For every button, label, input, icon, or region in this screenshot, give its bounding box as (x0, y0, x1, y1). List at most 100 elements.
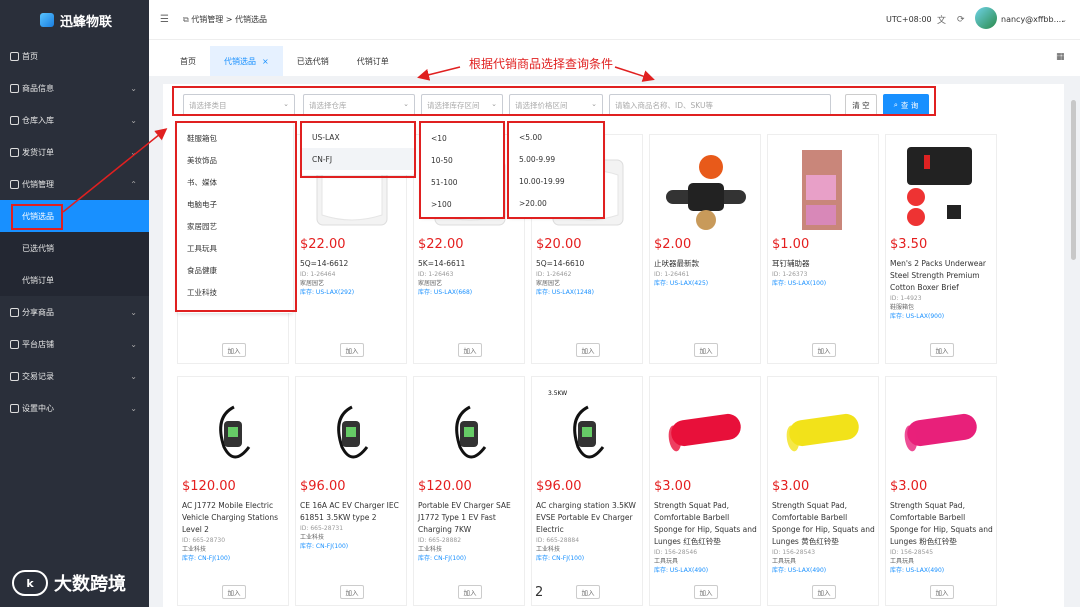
sidebar-item-consignment-select[interactable]: 代销选品 (0, 200, 149, 232)
chevron-down-icon[interactable]: ⌄ (1061, 16, 1067, 24)
product-title[interactable]: Strength Squat Pad, Comfortable Barbell … (890, 500, 995, 548)
product-title[interactable]: 5K=14-6611 (418, 258, 523, 270)
product-card[interactable]: 3.5KW $96.00 AC charging station 3.5KW EVS… (531, 376, 643, 606)
dropdown-option[interactable]: >20.00 (509, 192, 603, 214)
product-image[interactable] (902, 387, 982, 477)
product-image[interactable] (902, 145, 982, 235)
product-title[interactable]: Strength Squat Pad, Comfortable Barbell … (772, 500, 877, 548)
dropdown-option[interactable]: 工业科技 (177, 281, 293, 303)
add-button[interactable]: 加入 (340, 585, 364, 599)
product-image[interactable]: 3.5KW (548, 387, 628, 477)
sidebar-item-shipping[interactable]: 发货订单 ⌄ (0, 136, 149, 168)
product-card[interactable]: $3.50 Men's 2 Packs Underwear Steel Stren… (885, 134, 997, 364)
dropdown-option[interactable]: 书、媒体 (177, 171, 293, 193)
dropdown-option[interactable]: 食品健康 (177, 259, 293, 281)
product-title[interactable]: Men's 2 Packs Underwear Steel Strength P… (890, 258, 995, 294)
tab-consignment-orders[interactable]: 代销订单 (343, 46, 403, 76)
timezone[interactable]: UTC+08:00 (886, 15, 932, 24)
dropdown-option[interactable]: 10.00-19.99 (509, 170, 603, 192)
menu-fold-icon[interactable]: ☰ (160, 14, 169, 25)
add-button[interactable]: 加入 (930, 585, 954, 599)
refresh-icon[interactable]: ⟳ (957, 15, 965, 25)
scrollbar[interactable] (1071, 100, 1076, 260)
product-card[interactable]: $3.00 Strength Squat Pad, Comfortable Bar… (767, 376, 879, 606)
product-title[interactable]: AC J1772 Mobile Electric Vehicle Chargin… (182, 500, 287, 536)
product-card[interactable]: $120.00 AC J1772 Mobile Electric Vehicle … (177, 376, 289, 606)
sidebar-item-home[interactable]: 首页 (0, 40, 149, 72)
dropdown-option[interactable]: <10 (421, 127, 503, 149)
sidebar-item-warehouse[interactable]: 仓库入库 ⌄ (0, 104, 149, 136)
product-image[interactable] (312, 387, 392, 477)
dropdown-option[interactable]: 鞋服箱包 (177, 127, 293, 149)
product-card[interactable]: $1.00 耳钉辅助器 ID: 1-26373 库存: US-LAX(100) 加入 (767, 134, 879, 364)
grid-icon[interactable]: ▦ (1056, 52, 1065, 62)
dropdown-option[interactable]: 家居园艺 (177, 215, 293, 237)
add-button[interactable]: 加入 (694, 585, 718, 599)
product-card[interactable]: $3.00 Strength Squat Pad, Comfortable Bar… (885, 376, 997, 606)
dropdown-option[interactable]: 10-50 (421, 149, 503, 171)
product-image[interactable] (666, 145, 746, 235)
translate-icon[interactable]: 文 (937, 13, 946, 26)
stock-range-select[interactable]: 请选择库存区间 ⌄ (421, 94, 503, 116)
add-button[interactable]: 加入 (576, 343, 600, 357)
sidebar-item-products[interactable]: 商品信息 ⌄ (0, 72, 149, 104)
product-card[interactable]: $120.00 Portable EV Charger SAE J1772 Typ… (413, 376, 525, 606)
product-title[interactable]: 耳钉辅助器 (772, 258, 877, 270)
app-logo[interactable]: 迅蜂物联 (0, 0, 149, 40)
sidebar-item-settings[interactable]: 设置中心 ⌄ (0, 392, 149, 424)
add-button[interactable]: 加入 (930, 343, 954, 357)
tab-home[interactable]: 首页 (166, 46, 210, 76)
add-button[interactable]: 加入 (812, 585, 836, 599)
close-icon[interactable]: × (262, 57, 269, 66)
product-image[interactable] (430, 387, 510, 477)
avatar[interactable] (975, 7, 997, 29)
warehouse-select[interactable]: 请选择仓库 ⌄ (303, 94, 415, 116)
product-card[interactable]: $3.00 Strength Squat Pad, Comfortable Bar… (649, 376, 761, 606)
price-range-select[interactable]: 请选择价格区间 ⌄ (509, 94, 603, 116)
dropdown-option[interactable]: US-LAX (302, 126, 414, 148)
breadcrumb-parent[interactable]: 代销管理 (191, 15, 223, 24)
dropdown-option[interactable]: 工具玩具 (177, 237, 293, 259)
add-button[interactable]: 加入 (812, 343, 836, 357)
product-image[interactable] (666, 387, 746, 477)
sidebar-item-stores[interactable]: 平台店铺 ⌄ (0, 328, 149, 360)
dropdown-option[interactable]: >100 (421, 193, 503, 215)
dropdown-option[interactable]: 5.00-9.99 (509, 148, 603, 170)
product-image[interactable] (784, 145, 864, 235)
sidebar-item-selected[interactable]: 已选代销 (0, 232, 149, 264)
sidebar-item-transactions[interactable]: 交易记录 ⌄ (0, 360, 149, 392)
add-button[interactable]: 加入 (458, 343, 482, 357)
add-button[interactable]: 加入 (576, 585, 600, 599)
tab-selected[interactable]: 已选代销 (283, 46, 343, 76)
product-title[interactable]: Portable EV Charger SAE J1772 Type 1 EV … (418, 500, 523, 536)
product-title[interactable]: Strength Squat Pad, Comfortable Barbell … (654, 500, 759, 548)
user-name[interactable]: nancy@xffbb.... (1001, 15, 1064, 24)
add-button[interactable]: 加入 (340, 343, 364, 357)
product-image[interactable] (784, 387, 864, 477)
query-button[interactable]: ⌕ 查 询 (883, 94, 929, 116)
sidebar-item-consignment-orders[interactable]: 代销订单 (0, 264, 149, 296)
dropdown-option[interactable]: 51-100 (421, 171, 503, 193)
product-title[interactable]: 5Q=14-6612 (300, 258, 405, 270)
add-button[interactable]: 加入 (222, 585, 246, 599)
category-select[interactable]: 请选择类目 ⌄ (183, 94, 295, 116)
product-title[interactable]: 止吠器最新款 (654, 258, 759, 270)
product-title[interactable]: AC charging station 3.5KW EVSE Portable … (536, 500, 641, 536)
add-button[interactable]: 加入 (458, 585, 482, 599)
dropdown-option[interactable]: 美妆饰品 (177, 149, 293, 171)
product-title[interactable]: CE 16A AC EV Charger IEC 61851 3.5KW typ… (300, 500, 405, 524)
search-input[interactable]: 请输入商品名称、ID、SKU等 (609, 94, 831, 116)
clear-button[interactable]: 清 空 (845, 94, 877, 116)
sidebar-item-share[interactable]: 分享商品 ⌄ (0, 296, 149, 328)
add-button[interactable]: 加入 (222, 343, 246, 357)
product-card[interactable]: $2.00 止吠器最新款 ID: 1-26461 库存: US-LAX(425) 加入 (649, 134, 761, 364)
product-card[interactable]: $96.00 CE 16A AC EV Charger IEC 61851 3.5… (295, 376, 407, 606)
add-button[interactable]: 加入 (694, 343, 718, 357)
dropdown-option[interactable]: CN-FJ (302, 148, 414, 170)
product-title[interactable]: 5Q=14-6610 (536, 258, 641, 270)
dropdown-option[interactable]: 电脑电子 (177, 193, 293, 215)
tab-consignment-select[interactable]: 代销选品 × (210, 46, 283, 76)
product-image[interactable] (194, 387, 274, 477)
sidebar-item-consignment[interactable]: 代销管理 ⌃ (0, 168, 149, 200)
dropdown-option[interactable]: <5.00 (509, 126, 603, 148)
